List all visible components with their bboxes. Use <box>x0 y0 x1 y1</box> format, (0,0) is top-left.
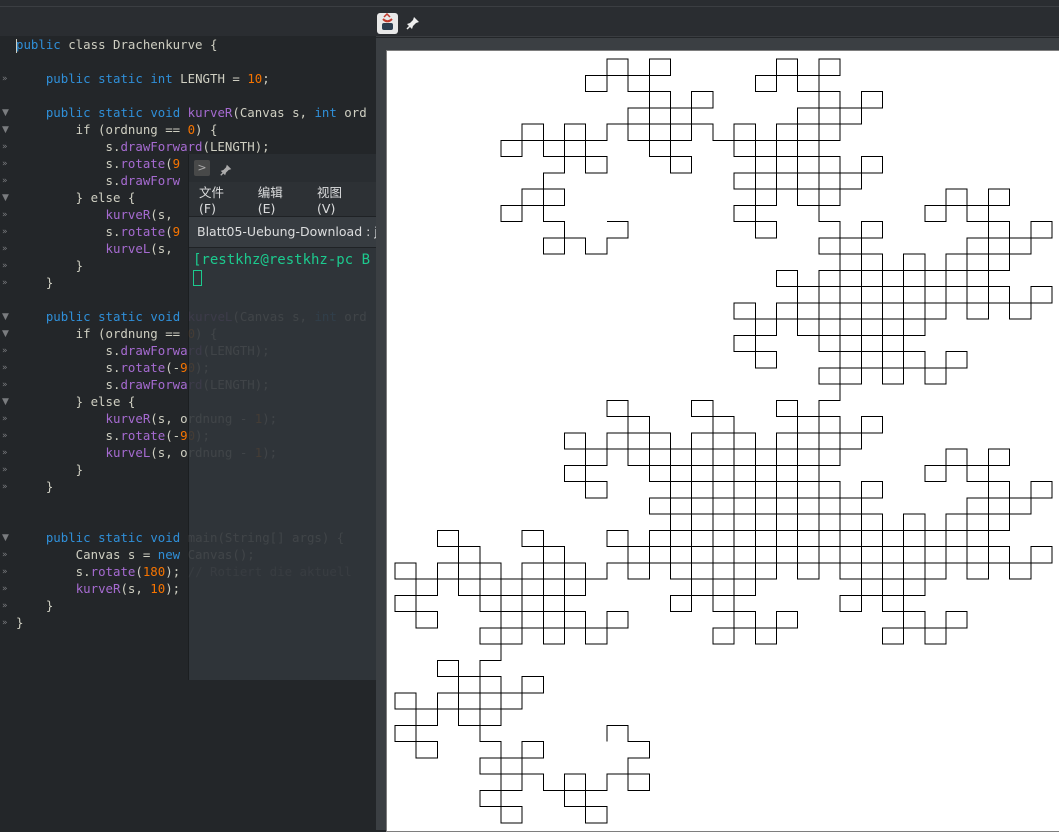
terminal-output[interactable]: [restkhz@restkhz-pc B <box>189 248 377 290</box>
fold-marker-icon: » <box>2 414 8 424</box>
terminal-titlebar: > <box>189 154 377 182</box>
fold-marker-icon: » <box>2 567 8 577</box>
code-line: kurveR(s, <box>105 207 173 222</box>
top-divider <box>0 6 1059 7</box>
code-line: public static void kurveR(Canvas s, int … <box>45 105 367 120</box>
code-line: } else { <box>16 190 136 205</box>
fold-marker-icon: » <box>2 210 8 220</box>
fold-arrow-icon[interactable]: ▼ <box>2 312 12 322</box>
code-line: s.rotate(9 <box>16 156 181 171</box>
terminal-tab[interactable]: Blatt05-Uebung-Download : ja <box>189 216 377 248</box>
fold-arrow-icon[interactable]: ▼ <box>2 125 12 135</box>
code-line: s.rotate(9 <box>16 224 181 239</box>
canvas-window[interactable] <box>376 38 1059 832</box>
java-icon[interactable] <box>377 13 398 34</box>
editor-gutter: » ▼ ▼ » » » ▼ » » » » » ▼ ▼ » » » ▼ » » » » » ▼ » » » » » <box>0 36 14 830</box>
code-line: } <box>16 479 54 494</box>
dragon-curve-drawing <box>394 58 1053 824</box>
fold-arrow-icon[interactable]: ▼ <box>2 108 12 118</box>
fold-marker-icon: » <box>2 159 8 169</box>
fold-marker-icon: » <box>2 363 8 373</box>
terminal-icon[interactable]: > <box>194 160 210 176</box>
drawing-canvas[interactable] <box>386 50 1059 832</box>
code-line: kurveR(s, 10); <box>75 581 181 596</box>
code-line: public class Drachenkurve { <box>16 37 218 53</box>
fold-marker-icon: » <box>2 482 8 492</box>
fold-marker-icon: » <box>2 142 8 152</box>
fold-marker-icon: » <box>2 74 8 84</box>
pin-icon[interactable] <box>219 162 233 176</box>
menu-file[interactable]: 文件(F) <box>199 182 238 216</box>
fold-arrow-icon[interactable]: ▼ <box>2 193 12 203</box>
fold-marker-icon: » <box>2 380 8 390</box>
fold-arrow-icon[interactable]: ▼ <box>2 397 12 407</box>
code-line: kurveL(s, <box>105 241 173 256</box>
code-line: if (ordnung == 0) { <box>16 122 218 137</box>
fold-marker-icon: » <box>2 584 8 594</box>
dragon-curve-path <box>394 58 1053 824</box>
terminal-window[interactable]: > 文件(F) 编辑(E) 视图(V) Blatt05-Uebung-Downl… <box>188 154 377 680</box>
fold-marker-icon: » <box>2 346 8 356</box>
code-line: } <box>16 598 54 613</box>
fold-arrow-icon[interactable]: ▼ <box>2 329 12 339</box>
fold-marker-icon: » <box>2 176 8 186</box>
menu-edit[interactable]: 编辑(E) <box>258 182 297 216</box>
code-line: } <box>16 462 84 477</box>
fold-marker-icon: » <box>2 227 8 237</box>
code-line: s.drawForw <box>16 173 181 188</box>
code-line: s.drawForward(LENGTH); <box>16 139 270 154</box>
code-line: } else { <box>16 394 136 409</box>
terminal-menubar: 文件(F) 编辑(E) 视图(V) <box>189 182 377 216</box>
terminal-cursor <box>193 270 202 286</box>
fold-marker-icon: » <box>2 431 8 441</box>
code-line: } <box>16 275 54 290</box>
fold-arrow-icon[interactable]: ▼ <box>2 533 12 543</box>
code-line: } <box>16 615 24 630</box>
fold-marker-icon: » <box>2 618 8 628</box>
fold-marker-icon: » <box>2 261 8 271</box>
fold-marker-icon: » <box>2 550 8 560</box>
fold-marker-icon: » <box>2 278 8 288</box>
fold-marker-icon: » <box>2 465 8 475</box>
fold-marker-icon: » <box>2 448 8 458</box>
pin-icon[interactable] <box>405 15 421 31</box>
code-line: public static int LENGTH = 10; <box>45 71 270 86</box>
code-line: s.rotate(-90); <box>16 360 210 375</box>
menu-view[interactable]: 视图(V) <box>317 182 357 216</box>
fold-marker-icon: » <box>2 601 8 611</box>
fold-marker-icon: » <box>2 244 8 254</box>
top-bar <box>0 0 1059 37</box>
code-line: s.rotate(-90); <box>16 428 210 443</box>
code-line: } <box>16 258 84 273</box>
terminal-prompt: [restkhz@restkhz-pc B <box>193 252 371 268</box>
